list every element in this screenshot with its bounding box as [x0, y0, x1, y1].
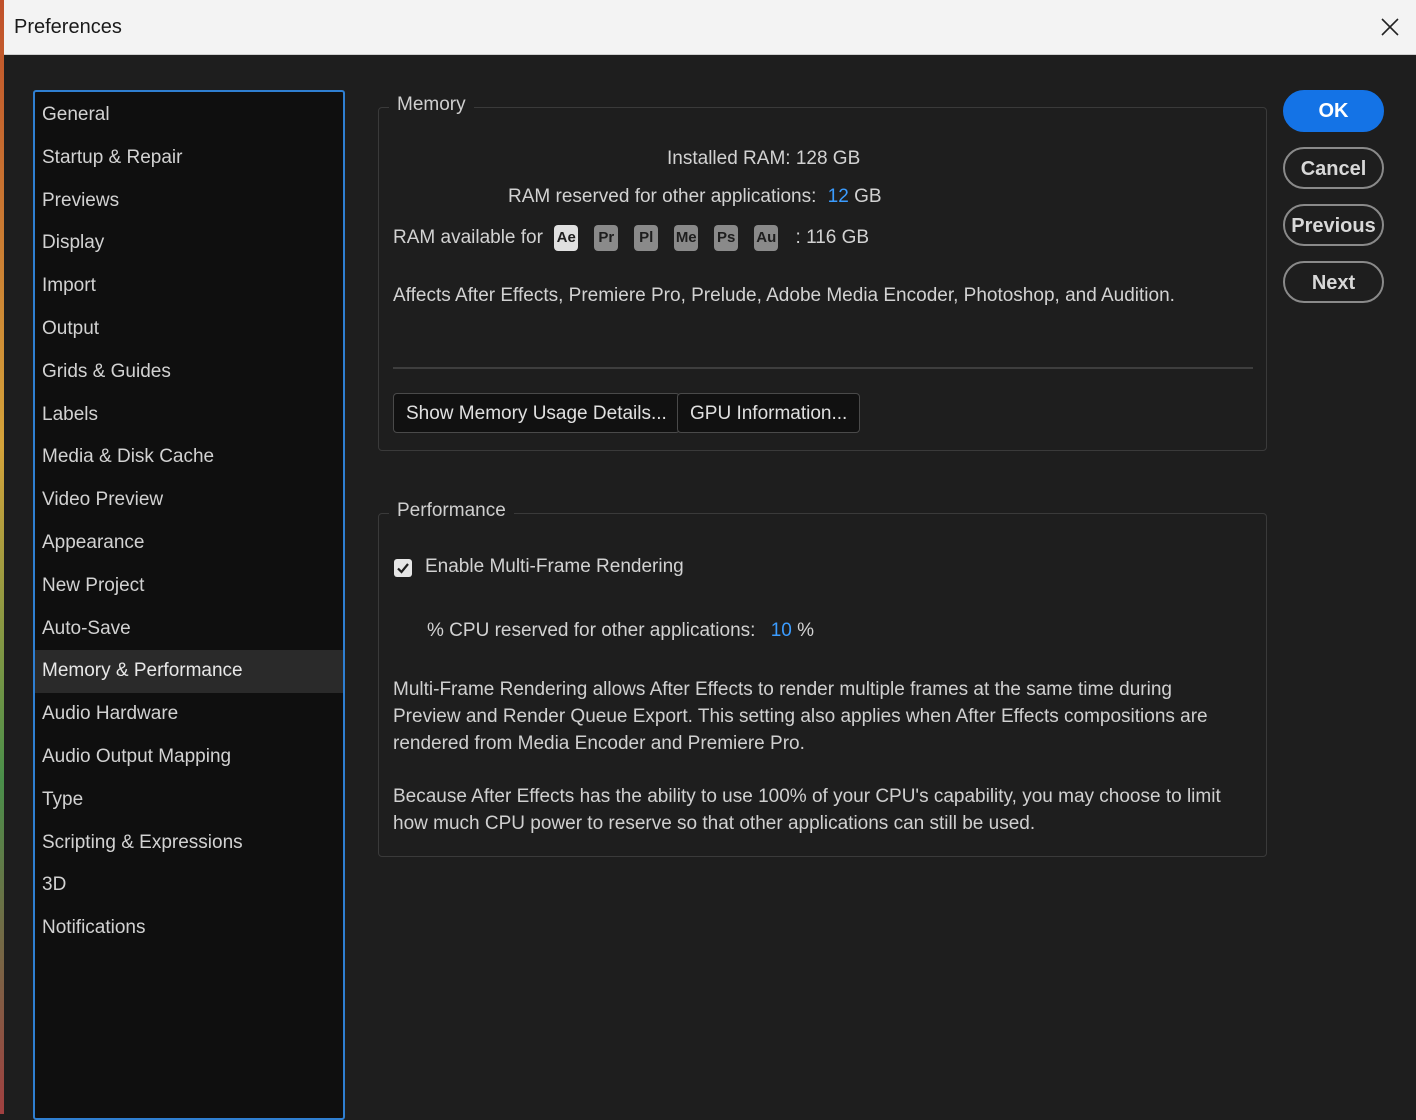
multi-frame-rendering-label[interactable]: Enable Multi-Frame Rendering: [425, 556, 684, 578]
sidebar-item-audio-output-mapping[interactable]: Audio Output Mapping: [35, 736, 343, 779]
prelude-app-icon: Pl: [634, 225, 659, 251]
sidebar-item-notifications[interactable]: Notifications: [35, 907, 343, 950]
window-title: Preferences: [14, 16, 122, 38]
memory-group: Memory Installed RAM: 128 GB RAM reserve…: [378, 94, 1267, 451]
checkmark-icon: [397, 563, 409, 574]
sidebar-item-audio-hardware[interactable]: Audio Hardware: [35, 693, 343, 736]
cpu-reserved-label: % CPU reserved for other applications:: [427, 620, 756, 641]
sidebar-item-auto-save[interactable]: Auto-Save: [35, 608, 343, 651]
cpu-reserved-unit: %: [797, 620, 815, 641]
sidebar-item-new-project[interactable]: New Project: [35, 565, 343, 608]
ok-button[interactable]: OK: [1283, 90, 1384, 132]
available-ram-separator: :: [795, 227, 801, 249]
sidebar-item-output[interactable]: Output: [35, 308, 343, 351]
memory-legend: Memory: [389, 94, 474, 116]
multi-frame-rendering-checkbox[interactable]: [394, 559, 412, 577]
available-ram-value: 116 GB: [806, 227, 870, 249]
cancel-button[interactable]: Cancel: [1283, 147, 1384, 189]
sidebar-item-startup-repair[interactable]: Startup & Repair: [35, 137, 343, 180]
available-ram-row: RAM available for Ae Pr Pl Me Ps Au : 116 GB: [393, 225, 869, 251]
sidebar-item-previews[interactable]: Previews: [35, 180, 343, 223]
sidebar-item-labels[interactable]: Labels: [35, 394, 343, 437]
reserved-ram-row: RAM reserved for other applications: 12 …: [508, 186, 882, 208]
preferences-category-list[interactable]: General Startup & Repair Previews Displa…: [33, 90, 345, 1120]
next-button[interactable]: Next: [1283, 261, 1384, 303]
after-effects-app-icon: Ae: [554, 225, 579, 251]
media-encoder-app-icon: Me: [674, 225, 699, 251]
sidebar-item-scripting-expressions[interactable]: Scripting & Expressions: [35, 822, 343, 865]
sidebar-item-video-preview[interactable]: Video Preview: [35, 479, 343, 522]
memory-divider: [393, 367, 1253, 369]
photoshop-app-icon: Ps: [714, 225, 739, 251]
sidebar-item-display[interactable]: Display: [35, 222, 343, 265]
previous-button[interactable]: Previous: [1283, 204, 1384, 246]
gpu-information-button[interactable]: GPU Information...: [677, 393, 861, 433]
cpu-reserved-value[interactable]: 10: [771, 620, 792, 641]
performance-group: Performance Enable Multi-Frame Rendering…: [378, 500, 1267, 857]
close-icon: [1381, 18, 1399, 36]
installed-ram-row: Installed RAM: 128 GB: [667, 148, 860, 170]
installed-ram-label: Installed RAM:: [667, 148, 791, 169]
sidebar-item-3d[interactable]: 3D: [35, 864, 343, 907]
cpu-reserved-row: % CPU reserved for other applications: 1…: [427, 620, 814, 642]
premiere-pro-app-icon: Pr: [594, 225, 619, 251]
sidebar-item-media-disk-cache[interactable]: Media & Disk Cache: [35, 436, 343, 479]
reserved-ram-unit: GB: [854, 186, 882, 207]
reserved-ram-value[interactable]: 12: [828, 186, 849, 207]
sidebar-item-import[interactable]: Import: [35, 265, 343, 308]
audition-app-icon: Au: [754, 225, 779, 251]
close-button[interactable]: [1372, 10, 1408, 44]
title-bar: Preferences: [4, 0, 1416, 55]
performance-legend: Performance: [389, 500, 514, 522]
reserved-ram-label: RAM reserved for other applications:: [508, 186, 817, 207]
sidebar-item-memory-performance[interactable]: Memory & Performance: [35, 650, 343, 694]
sidebar-item-type[interactable]: Type: [35, 779, 343, 822]
sidebar-item-appearance[interactable]: Appearance: [35, 522, 343, 565]
installed-ram-value: 128 GB: [795, 148, 861, 169]
preferences-dialog: General Startup & Repair Previews Displa…: [4, 55, 1416, 1120]
affects-apps-text: Affects After Effects, Premiere Pro, Pre…: [393, 285, 1175, 306]
cpu-description: Because After Effects has the ability to…: [393, 786, 1221, 834]
available-ram-label: RAM available for: [393, 227, 543, 249]
show-memory-usage-details-button[interactable]: Show Memory Usage Details...: [393, 393, 680, 433]
sidebar-item-general[interactable]: General: [35, 94, 343, 137]
sidebar-item-grids-guides[interactable]: Grids & Guides: [35, 351, 343, 394]
mfr-description: Multi-Frame Rendering allows After Effec…: [393, 679, 1208, 754]
